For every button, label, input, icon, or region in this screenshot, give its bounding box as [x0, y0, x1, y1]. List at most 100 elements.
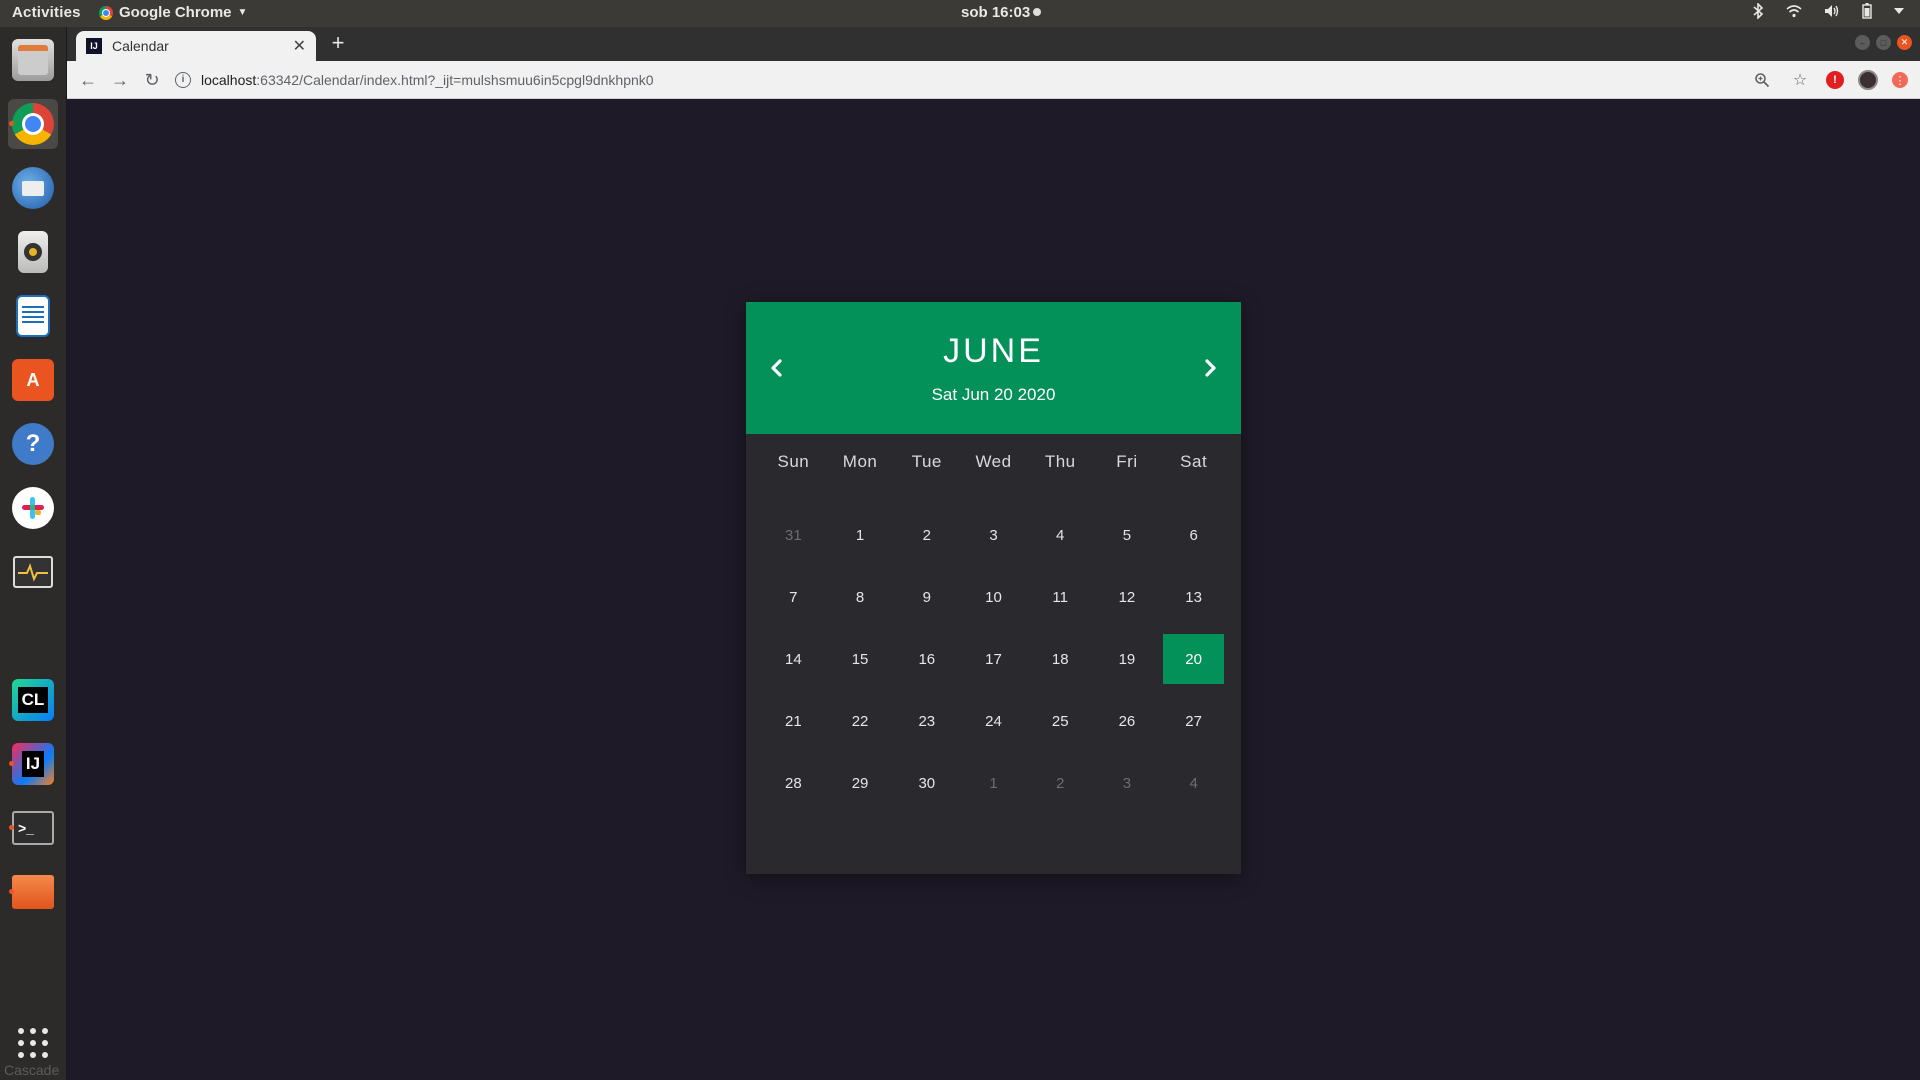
- dock-slack[interactable]: [8, 483, 58, 533]
- day-cell[interactable]: 21: [763, 696, 824, 746]
- day-cell[interactable]: 12: [1097, 572, 1158, 622]
- window-controls: – □ ✕: [1855, 35, 1912, 50]
- color-tiles-icon: [12, 615, 54, 657]
- zoom-icon[interactable]: [1750, 68, 1774, 92]
- tab-strip: IJ Calendar ✕ + – □ ✕: [67, 27, 1920, 61]
- dock-thunderbird[interactable]: [8, 163, 58, 213]
- day-cell[interactable]: 28: [763, 758, 824, 808]
- day-cell[interactable]: 26: [1097, 696, 1158, 746]
- running-indicator-icon: [9, 889, 14, 894]
- dock-system-monitor[interactable]: [8, 547, 58, 597]
- day-cell[interactable]: 13: [1163, 572, 1224, 622]
- wifi-icon[interactable]: [1786, 4, 1802, 18]
- dock-intellij[interactable]: IJ: [8, 739, 58, 789]
- days-grid: 31 1 2 3 4 5 6 7 8 9 10 11 12 13 14 15 16 17 18 19 20 21 22 23 2…: [746, 504, 1241, 814]
- day-cell[interactable]: 15: [830, 634, 891, 684]
- day-cell[interactable]: 29: [830, 758, 891, 808]
- day-cell[interactable]: 1: [830, 510, 891, 560]
- battery-icon[interactable]: [1862, 3, 1872, 19]
- bluetooth-icon[interactable]: [1752, 3, 1764, 19]
- thunderbird-icon: [12, 167, 54, 209]
- day-cell[interactable]: 27: [1163, 696, 1224, 746]
- system-tray[interactable]: [1752, 3, 1904, 19]
- maximize-icon[interactable]: □: [1876, 35, 1891, 50]
- day-cell-other-month[interactable]: 4: [1163, 758, 1224, 808]
- dock-help[interactable]: ?: [8, 419, 58, 469]
- dock-libreoffice-writer[interactable]: [8, 291, 58, 341]
- day-cell[interactable]: 2: [896, 510, 957, 560]
- chrome-menu-icon[interactable]: ⋮: [1892, 72, 1908, 88]
- day-cell-today[interactable]: 20: [1163, 634, 1224, 684]
- browser-toolbar: ← → ↻ i localhost:63342/Calendar/index.h…: [67, 61, 1920, 99]
- profile-avatar[interactable]: [1858, 70, 1878, 90]
- day-cell[interactable]: 25: [1030, 696, 1091, 746]
- dock-files-manager[interactable]: [8, 35, 58, 85]
- terminal-icon: >_: [12, 811, 54, 845]
- info-icon[interactable]: i: [175, 72, 191, 88]
- day-cell[interactable]: 19: [1097, 634, 1158, 684]
- close-window-icon[interactable]: ✕: [1897, 35, 1912, 50]
- volume-icon[interactable]: [1824, 4, 1840, 18]
- day-cell[interactable]: 7: [763, 572, 824, 622]
- day-cell[interactable]: 8: [830, 572, 891, 622]
- day-cell-other-month[interactable]: 31: [763, 510, 824, 560]
- day-cell[interactable]: 17: [963, 634, 1024, 684]
- running-indicator-icon: [9, 761, 14, 766]
- day-cell[interactable]: 6: [1163, 510, 1224, 560]
- weekday-header-row: Sun Mon Tue Wed Thu Fri Sat: [746, 452, 1241, 472]
- activities-button[interactable]: Activities: [12, 4, 81, 21]
- dock-ubuntu-software[interactable]: A: [8, 355, 58, 405]
- day-cell[interactable]: 16: [896, 634, 957, 684]
- minimize-icon[interactable]: –: [1855, 35, 1870, 50]
- day-cell-other-month[interactable]: 2: [1030, 758, 1091, 808]
- dock-chrome[interactable]: [8, 99, 58, 149]
- url-host: localhost: [201, 72, 257, 88]
- dock-rhythmbox[interactable]: [8, 227, 58, 277]
- adblock-extension-icon[interactable]: !: [1826, 71, 1844, 89]
- day-cell[interactable]: 24: [963, 696, 1024, 746]
- day-cell[interactable]: 23: [896, 696, 957, 746]
- toolbar-actions: ☆ ! ⋮: [1750, 68, 1908, 92]
- document-writer-icon: [16, 295, 50, 337]
- day-cell[interactable]: 22: [830, 696, 891, 746]
- clock-label: sob 16:03: [961, 4, 1031, 21]
- new-tab-button[interactable]: +: [326, 32, 350, 56]
- show-applications-icon[interactable]: [18, 1028, 48, 1058]
- clock[interactable]: sob 16:03: [961, 4, 1042, 21]
- intellij-favicon-icon: IJ: [86, 38, 102, 54]
- app-menu[interactable]: Google Chrome ▼: [99, 4, 247, 21]
- dock-clion[interactable]: CL: [8, 675, 58, 725]
- day-cell[interactable]: 30: [896, 758, 957, 808]
- cascade-label: Cascade: [4, 1062, 60, 1078]
- close-tab-icon[interactable]: ✕: [293, 36, 306, 56]
- tab-calendar[interactable]: IJ Calendar ✕: [76, 31, 316, 61]
- day-cell[interactable]: 14: [763, 634, 824, 684]
- dock-tiles-app[interactable]: [8, 611, 58, 661]
- notification-dot-icon: [1033, 8, 1042, 16]
- day-cell[interactable]: 10: [963, 572, 1024, 622]
- address-bar[interactable]: i localhost:63342/Calendar/index.html?_i…: [175, 66, 1795, 94]
- day-cell[interactable]: 4: [1030, 510, 1091, 560]
- reload-icon[interactable]: ↻: [140, 68, 164, 92]
- chrome-icon: [12, 103, 54, 145]
- caret-down-icon: ▼: [237, 7, 248, 18]
- back-arrow-icon[interactable]: ←: [76, 68, 100, 92]
- day-cell-other-month[interactable]: 3: [1097, 758, 1158, 808]
- weekday-label: Wed: [975, 452, 1012, 471]
- dock-folder[interactable]: [8, 867, 58, 917]
- bookmark-star-icon[interactable]: ☆: [1788, 68, 1812, 92]
- day-cell[interactable]: 11: [1030, 572, 1091, 622]
- day-cell-other-month[interactable]: 1: [963, 758, 1024, 808]
- next-month-chevron-icon[interactable]: [1197, 354, 1225, 382]
- dock-terminal[interactable]: >_: [8, 803, 58, 853]
- weekday-label: Thu: [1044, 452, 1076, 471]
- help-icon: ?: [12, 423, 54, 465]
- calendar-header: JUNE Sat Jun 20 2020: [746, 302, 1241, 434]
- running-indicator-icon: [9, 825, 14, 830]
- forward-arrow-icon[interactable]: →: [108, 68, 132, 92]
- day-cell[interactable]: 3: [963, 510, 1024, 560]
- day-cell[interactable]: 9: [896, 572, 957, 622]
- day-cell[interactable]: 5: [1097, 510, 1158, 560]
- day-cell[interactable]: 18: [1030, 634, 1091, 684]
- system-menu-caret-icon[interactable]: [1894, 7, 1904, 15]
